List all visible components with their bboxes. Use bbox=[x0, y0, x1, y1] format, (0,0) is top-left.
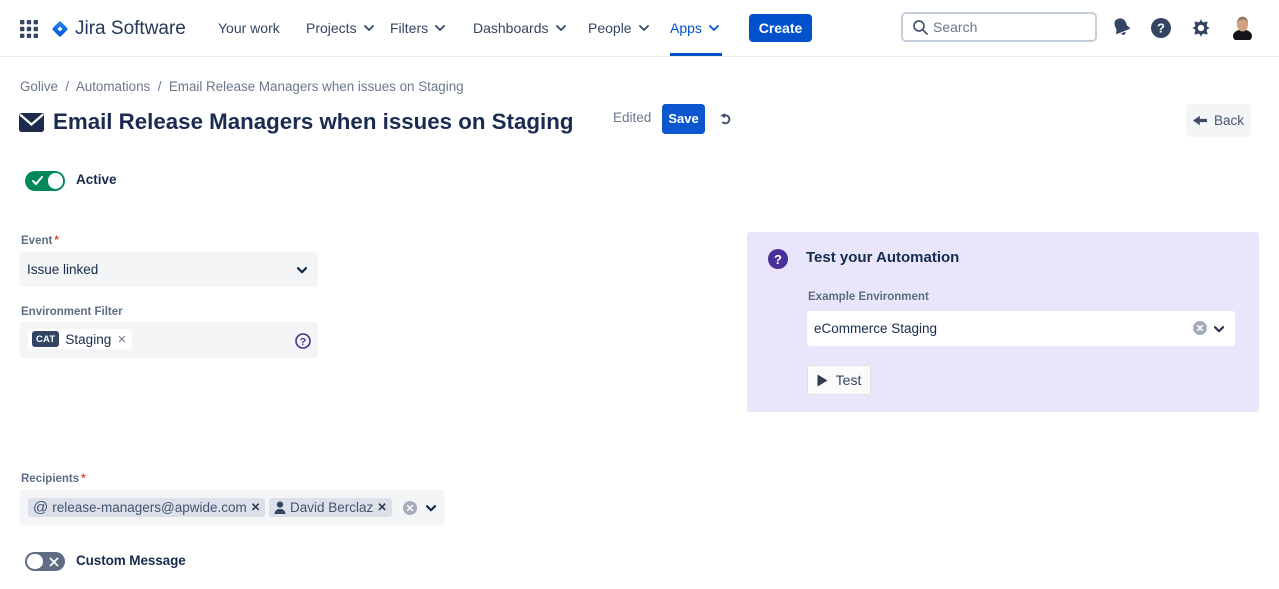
svg-text:?: ? bbox=[1157, 21, 1165, 36]
svg-text:?: ? bbox=[300, 336, 306, 348]
